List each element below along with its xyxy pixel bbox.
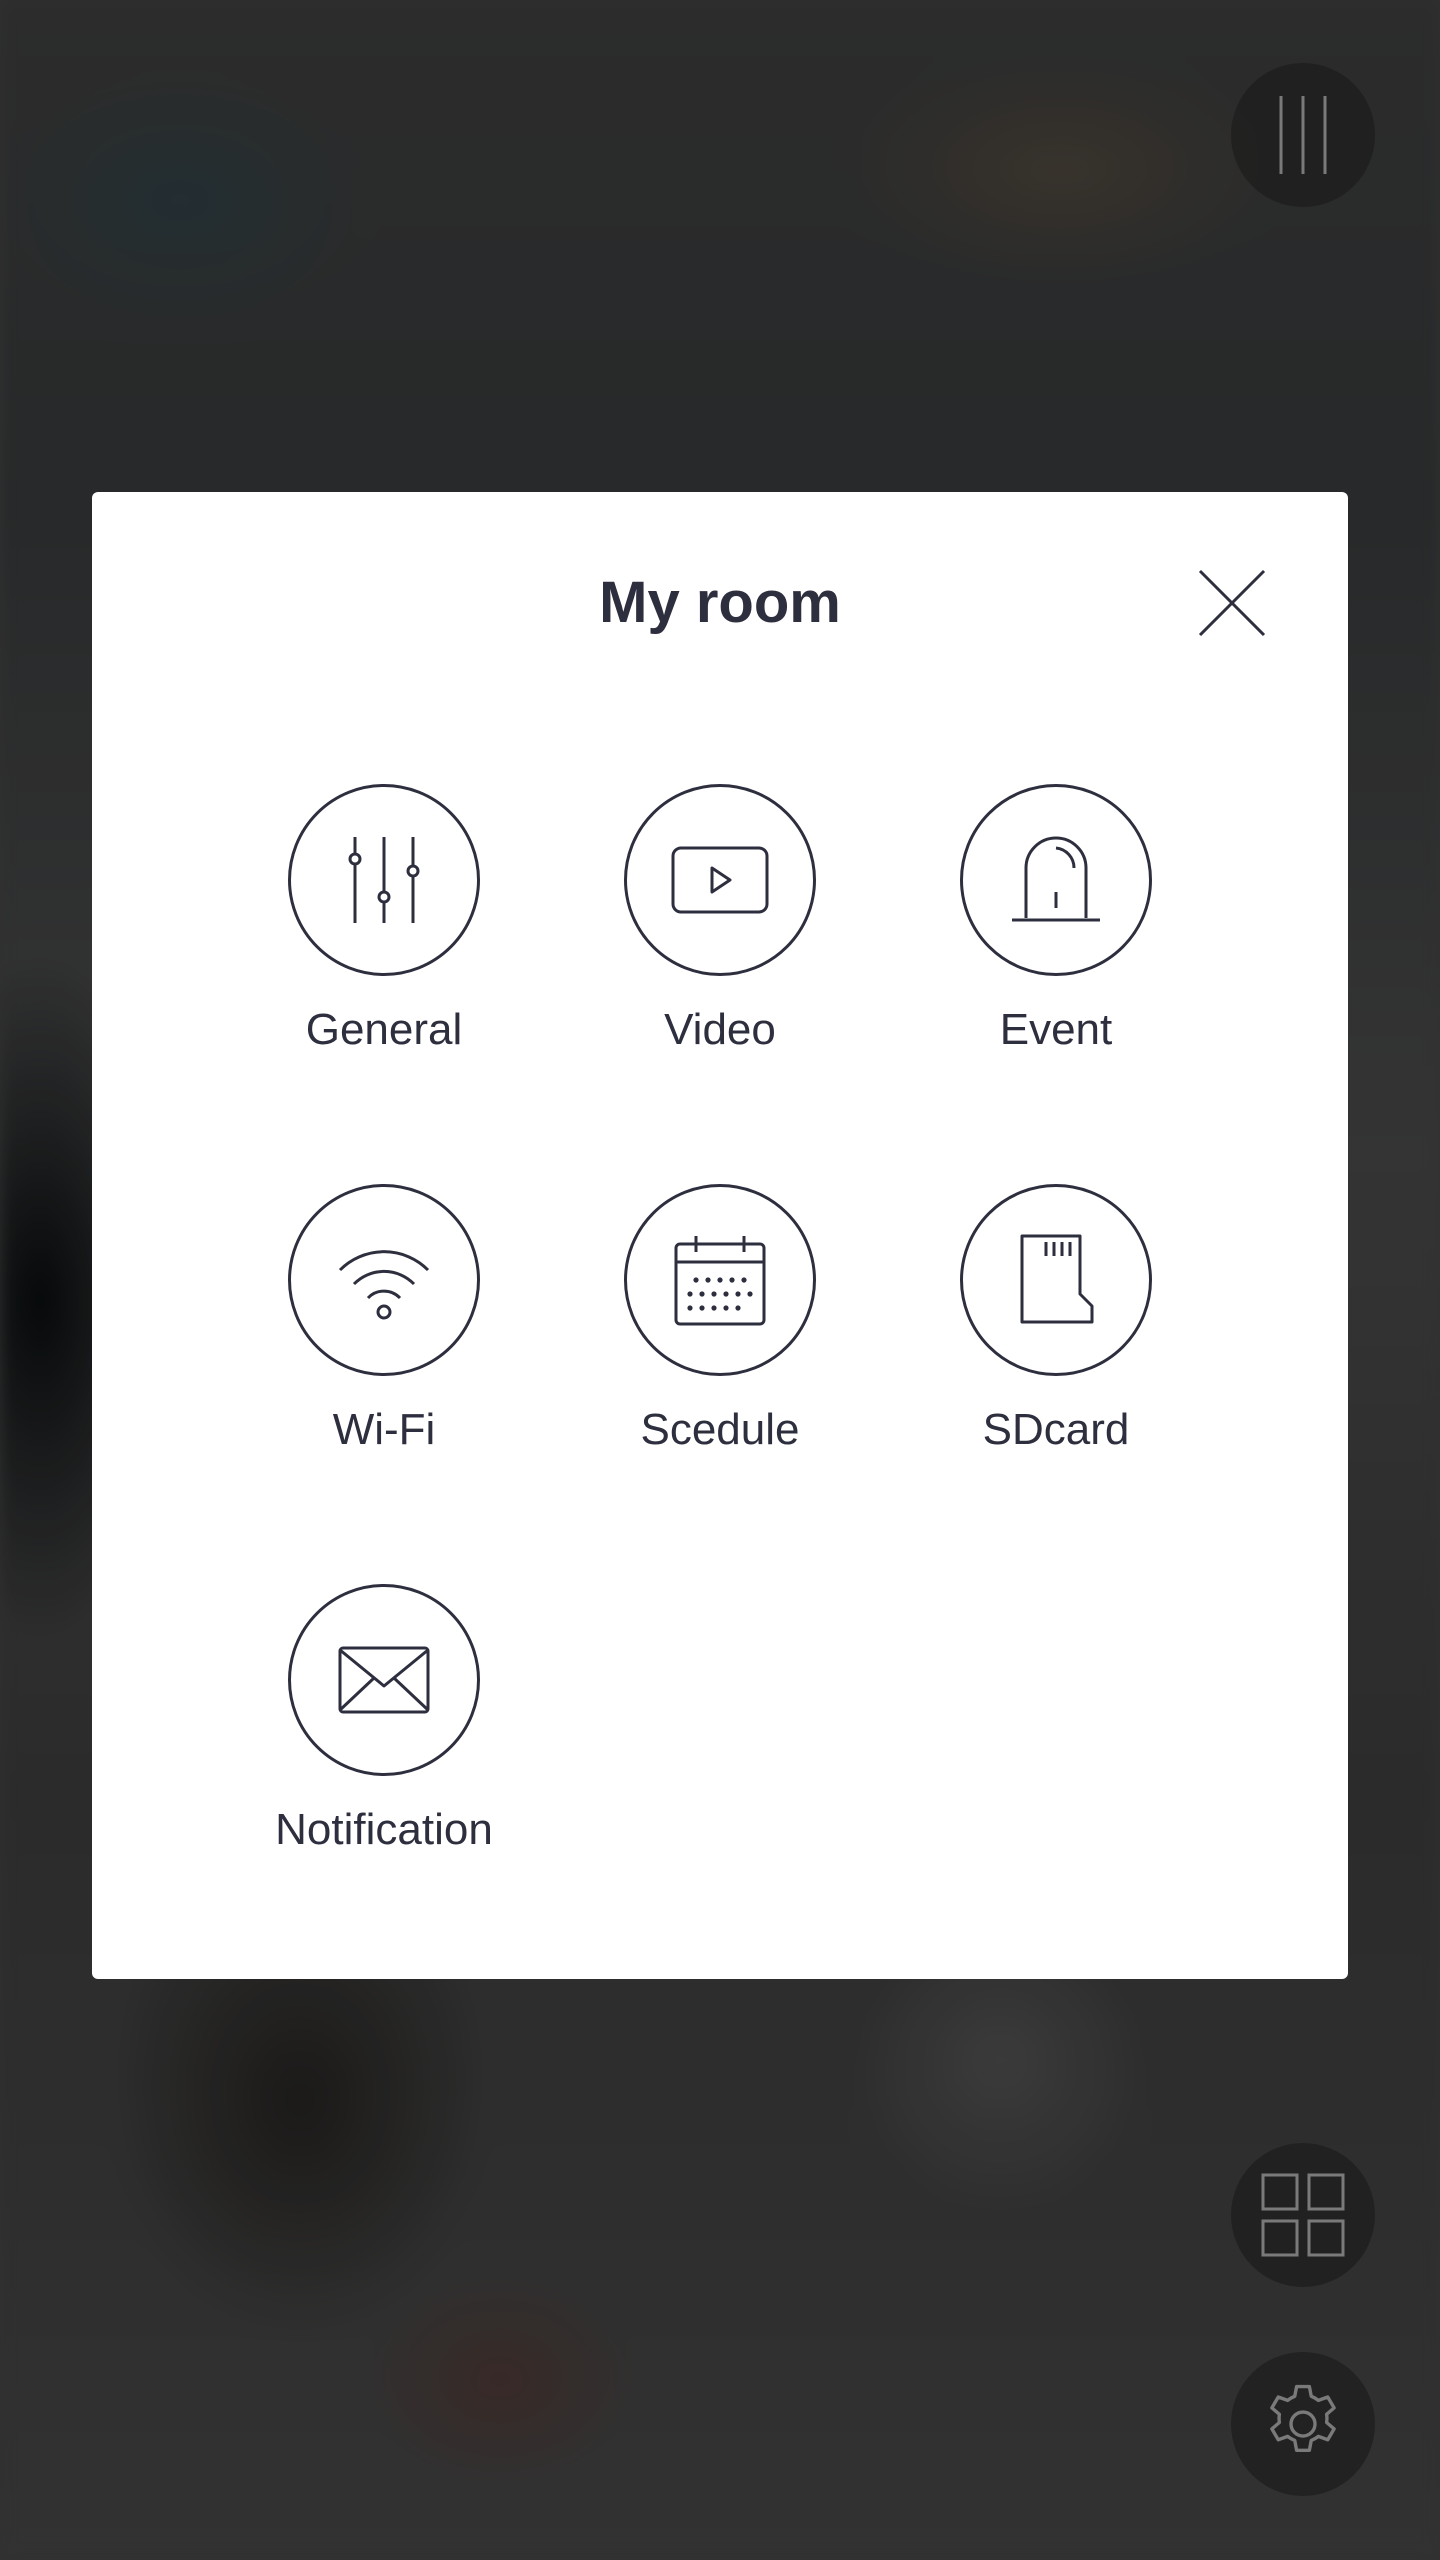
menu-item-sdcard-circle[interactable] <box>960 1184 1152 1376</box>
calendar-icon <box>674 1236 766 1326</box>
menu-item-event[interactable]: Event <box>888 784 1224 1104</box>
menu-item-label: Video <box>664 1005 776 1054</box>
menu-item-video-circle[interactable] <box>624 784 816 976</box>
menu-item-general[interactable]: General <box>216 784 552 1104</box>
wifi-icon <box>338 1250 430 1320</box>
menu-item-label: Notification <box>275 1805 493 1854</box>
menu-item-wifi-circle[interactable] <box>288 1184 480 1376</box>
grid-icon <box>1261 2173 1345 2257</box>
envelope-icon <box>338 1646 430 1714</box>
menu-item-label: General <box>305 1005 463 1054</box>
video-play-icon <box>671 846 769 914</box>
menu-item-schedule-circle[interactable] <box>624 1184 816 1376</box>
menu-item-label: Scedule <box>640 1405 800 1454</box>
menu-item-event-circle[interactable] <box>960 784 1152 976</box>
grid-view-button[interactable] <box>1231 2143 1375 2287</box>
siren-icon <box>1012 836 1100 922</box>
sliders-icon <box>348 837 420 923</box>
menu-bars-icon <box>1279 96 1327 174</box>
menu-item-general-circle[interactable] <box>288 784 480 976</box>
close-icon <box>1198 569 1266 637</box>
sd-card-icon <box>1020 1234 1094 1324</box>
settings-button[interactable] <box>1231 2352 1375 2496</box>
close-button[interactable] <box>1188 562 1276 644</box>
camera-screen: My room General Video Event Wi-Fi Scedul… <box>0 0 1440 2560</box>
menu-item-sdcard[interactable]: SDcard <box>888 1184 1224 1504</box>
menu-item-video[interactable]: Video <box>552 784 888 1104</box>
menu-item-notification-circle[interactable] <box>288 1584 480 1776</box>
gear-icon <box>1270 2384 1336 2452</box>
menu-item-schedule[interactable]: Scedule <box>552 1184 888 1504</box>
menu-item-label: Event <box>999 1005 1113 1054</box>
menu-item-label: Wi-Fi <box>332 1405 436 1454</box>
menu-button[interactable] <box>1231 63 1375 207</box>
menu-item-label: SDcard <box>982 1405 1130 1454</box>
menu-item-wifi[interactable]: Wi-Fi <box>216 1184 552 1504</box>
menu-item-notification[interactable]: Notification <box>216 1584 552 1904</box>
